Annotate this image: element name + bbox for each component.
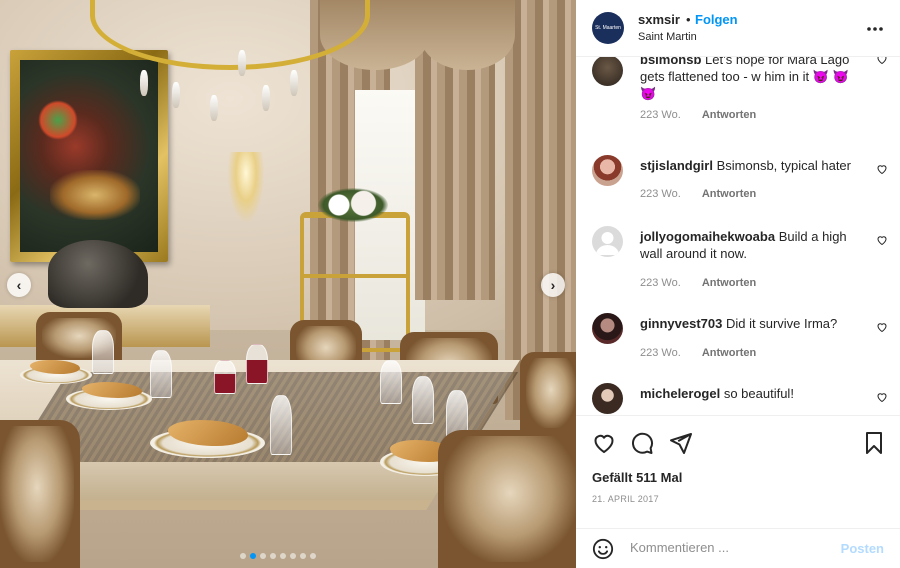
avatar[interactable]: [592, 226, 623, 257]
red-wine-glass: [246, 344, 268, 384]
bookmark-icon[interactable]: [862, 431, 886, 460]
carousel-dot: [250, 553, 256, 559]
chair: [438, 430, 576, 568]
chandelier-crystal: [172, 82, 180, 108]
wine-glass: [412, 376, 434, 424]
carousel-dot: [310, 553, 316, 559]
emoji-icon[interactable]: [592, 538, 614, 565]
carousel-dot: [260, 553, 266, 559]
carousel-dot: [240, 553, 246, 559]
more-options-icon[interactable]: [866, 16, 884, 37]
avatar[interactable]: [592, 57, 623, 86]
chair: [0, 420, 80, 568]
post-side-panel: St. Maarten Sotheby's sxmsir • Folgen Sa…: [576, 0, 900, 568]
heart-icon[interactable]: [592, 431, 616, 460]
red-wine-glass: [214, 360, 236, 394]
like-comment-heart-icon[interactable]: [876, 234, 888, 249]
author-username[interactable]: sxmsir: [638, 12, 680, 27]
post-actions: [576, 415, 900, 465]
carousel-dot: [290, 553, 296, 559]
avatar[interactable]: [592, 155, 623, 186]
reply-button[interactable]: Antworten: [702, 347, 756, 359]
like-comment-heart-icon[interactable]: [876, 321, 888, 336]
avatar[interactable]: St. Maarten Sotheby's: [592, 12, 624, 44]
send-icon[interactable]: [669, 431, 693, 460]
post-header: St. Maarten Sotheby's sxmsir • Folgen Sa…: [576, 0, 900, 57]
chandelier-crystal: [140, 70, 148, 96]
next-photo-button[interactable]: ›: [541, 273, 565, 297]
comment-text: Bsimonsb, typical hater: [716, 158, 851, 173]
comment-time[interactable]: 223 Wo.: [640, 109, 681, 121]
chandelier-crystal: [290, 70, 298, 96]
comment-text: so beautiful!: [723, 386, 794, 401]
comment-icon[interactable]: [630, 431, 654, 460]
comment-username[interactable]: jollyogomaihekwoaba: [640, 229, 775, 244]
comments-list[interactable]: bsimonsb Let’s hope for Mara Lago gets f…: [576, 57, 900, 415]
like-comment-heart-icon[interactable]: [876, 163, 888, 178]
wine-glass: [150, 350, 172, 398]
comment-username[interactable]: stjislandgirl: [640, 158, 713, 173]
comment-composer: Posten: [576, 528, 900, 568]
curtain-swag: [420, 0, 515, 70]
previous-photo-button[interactable]: ‹: [7, 273, 31, 297]
comment-username[interactable]: bsimonsb: [640, 57, 701, 67]
comment-username[interactable]: ginnyvest703: [640, 316, 722, 331]
carousel-indicator: [240, 553, 316, 559]
like-comment-heart-icon[interactable]: [876, 57, 888, 68]
separator-dot: •: [686, 12, 691, 27]
comment-username[interactable]: michelerogel: [640, 386, 720, 401]
reply-button[interactable]: Antworten: [702, 188, 756, 200]
like-comment-heart-icon[interactable]: [876, 391, 888, 406]
post-location[interactable]: Saint Martin: [638, 31, 697, 43]
comment-text: Did it survive Irma?: [726, 316, 838, 331]
comment-time[interactable]: 223 Wo.: [640, 277, 681, 289]
wall-sconce: [228, 152, 264, 222]
reply-button[interactable]: Antworten: [702, 109, 756, 121]
comment-time[interactable]: 223 Wo.: [640, 347, 681, 359]
post-photo[interactable]: ‹ ›: [0, 0, 576, 568]
follow-button[interactable]: Folgen: [695, 12, 738, 27]
like-count[interactable]: Gefällt 511 Mal: [592, 470, 682, 485]
carousel-dot: [300, 553, 306, 559]
avatar[interactable]: [592, 313, 623, 344]
chandelier-crystal: [238, 50, 246, 76]
carousel-dot: [280, 553, 286, 559]
wine-glass: [92, 330, 114, 374]
wine-glass: [270, 395, 292, 455]
avatar[interactable]: [592, 383, 623, 414]
post-date[interactable]: 21. APRIL 2017: [592, 494, 659, 504]
wine-glass: [380, 360, 402, 404]
carousel-dot: [270, 553, 276, 559]
chandelier-crystal: [262, 85, 270, 111]
comment-time[interactable]: 223 Wo.: [640, 188, 681, 200]
chandelier-crystal: [210, 95, 218, 121]
comment-input[interactable]: [630, 540, 830, 555]
chair: [520, 352, 576, 434]
reply-button[interactable]: Antworten: [702, 277, 756, 289]
flower-arrangement: [318, 188, 388, 222]
post-comment-button[interactable]: Posten: [841, 541, 884, 556]
